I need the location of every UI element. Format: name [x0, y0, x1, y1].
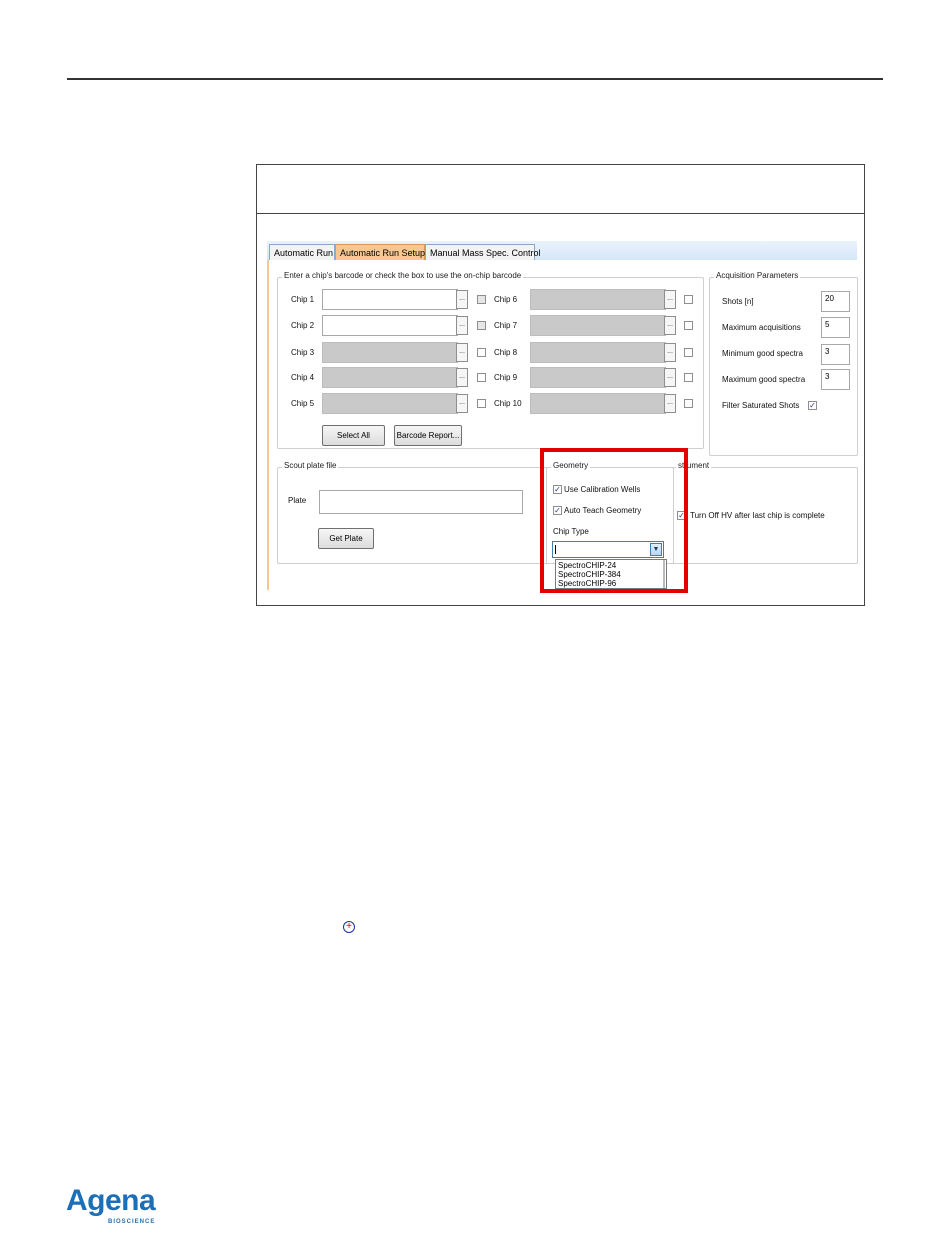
- tab-automatic-run[interactable]: Automatic Run: [269, 244, 335, 260]
- chip-barcode-input: [530, 367, 666, 388]
- acquisition-groupbox: Acquisition Parameters Shots [n] 20 Maxi…: [709, 271, 858, 456]
- max-good-spectra-input[interactable]: 3: [821, 369, 850, 390]
- on-chip-barcode-checkbox[interactable]: [684, 399, 693, 408]
- chip-barcode-input[interactable]: [322, 289, 458, 310]
- shots-input[interactable]: 20: [821, 291, 850, 312]
- shots-label: Shots [n]: [722, 297, 754, 306]
- max-acquisitions-label: Maximum acquisitions: [722, 323, 801, 332]
- on-chip-barcode-checkbox[interactable]: [477, 399, 486, 408]
- chip-barcode-input: [322, 367, 458, 388]
- browse-button[interactable]: ...: [664, 368, 676, 387]
- acquisition-group-title: Acquisition Parameters: [714, 271, 801, 280]
- plate-input[interactable]: [319, 490, 523, 514]
- browse-button[interactable]: ...: [664, 290, 676, 309]
- browse-button[interactable]: ...: [456, 394, 468, 413]
- browse-button[interactable]: ...: [664, 394, 676, 413]
- figure-header-bar: [257, 165, 864, 214]
- chip-label: Chip 9: [494, 373, 518, 382]
- add-circle-icon: +: [343, 921, 355, 933]
- on-chip-barcode-checkbox[interactable]: [477, 348, 486, 357]
- on-chip-barcode-checkbox[interactable]: [477, 295, 486, 304]
- min-good-spectra-label: Minimum good spectra: [722, 349, 803, 358]
- logo-wordmark: Agena: [66, 1184, 156, 1217]
- browse-button[interactable]: ...: [456, 290, 468, 309]
- max-acquisitions-input[interactable]: 5: [821, 317, 850, 338]
- on-chip-barcode-checkbox[interactable]: [684, 348, 693, 357]
- scout-plate-groupbox: Scout plate file Plate Get Plate: [277, 461, 579, 564]
- chip-label: Chip 7: [494, 321, 518, 330]
- barcode-report-button[interactable]: Barcode Report...: [394, 425, 462, 446]
- chip-barcode-input: [530, 342, 666, 363]
- page-header-rule: [67, 78, 883, 80]
- chip-barcode-input: [322, 342, 458, 363]
- chip-barcode-input: [322, 393, 458, 414]
- chip-label: Chip 4: [291, 373, 315, 382]
- on-chip-barcode-checkbox[interactable]: [684, 373, 693, 382]
- instrument-groupbox: strument ✓ Turn Off HV after last chip i…: [669, 461, 858, 564]
- tab-manual-mass-spec-control[interactable]: Manual Mass Spec. Control: [425, 244, 541, 260]
- chip-label: Chip 2: [291, 321, 315, 330]
- turn-off-hv-label: Turn Off HV after last chip is complete: [690, 511, 825, 520]
- tab-automatic-run-setup[interactable]: Automatic Run Setup: [335, 244, 425, 260]
- on-chip-barcode-checkbox[interactable]: [477, 321, 486, 330]
- chip-barcode-input[interactable]: [322, 315, 458, 336]
- chip-barcode-input: [530, 393, 666, 414]
- chip-label: Chip 10: [494, 399, 522, 408]
- scout-plate-title: Scout plate file: [282, 461, 339, 470]
- browse-button[interactable]: ...: [664, 343, 676, 362]
- filter-saturated-checkbox[interactable]: ✓: [808, 401, 817, 410]
- chip-label: Chip 1: [291, 295, 315, 304]
- screenshot-figure: Automatic Run Automatic Run Setup Manual…: [256, 164, 865, 606]
- select-all-button[interactable]: Select All: [322, 425, 385, 446]
- chip-label: Chip 6: [494, 295, 518, 304]
- barcode-group-title: Enter a chip's barcode or check the box …: [282, 271, 524, 280]
- on-chip-barcode-checkbox[interactable]: [477, 373, 486, 382]
- chip-barcode-input: [530, 315, 666, 336]
- agena-logo: Agena BIOSCIENCE: [66, 1186, 176, 1232]
- chip-label: Chip 3: [291, 348, 315, 357]
- chip-barcode-input: [530, 289, 666, 310]
- max-good-spectra-label: Maximum good spectra: [722, 375, 806, 384]
- chip-label: Chip 5: [291, 399, 315, 408]
- logo-subtitle: BIOSCIENCE: [108, 1219, 156, 1225]
- browse-button[interactable]: ...: [456, 368, 468, 387]
- highlight-box: [540, 448, 688, 593]
- on-chip-barcode-checkbox[interactable]: [684, 321, 693, 330]
- barcode-groupbox: Enter a chip's barcode or check the box …: [277, 271, 704, 449]
- filter-saturated-label: Filter Saturated Shots: [722, 401, 800, 410]
- get-plate-button[interactable]: Get Plate: [318, 528, 374, 549]
- browse-button[interactable]: ...: [456, 343, 468, 362]
- plate-label: Plate: [288, 496, 307, 505]
- chip-label: Chip 8: [494, 348, 518, 357]
- browse-button[interactable]: ...: [456, 316, 468, 335]
- tab-strip: Automatic Run Automatic Run Setup Manual…: [267, 241, 857, 260]
- min-good-spectra-input[interactable]: 3: [821, 344, 850, 365]
- on-chip-barcode-checkbox[interactable]: [684, 295, 693, 304]
- browse-button[interactable]: ...: [664, 316, 676, 335]
